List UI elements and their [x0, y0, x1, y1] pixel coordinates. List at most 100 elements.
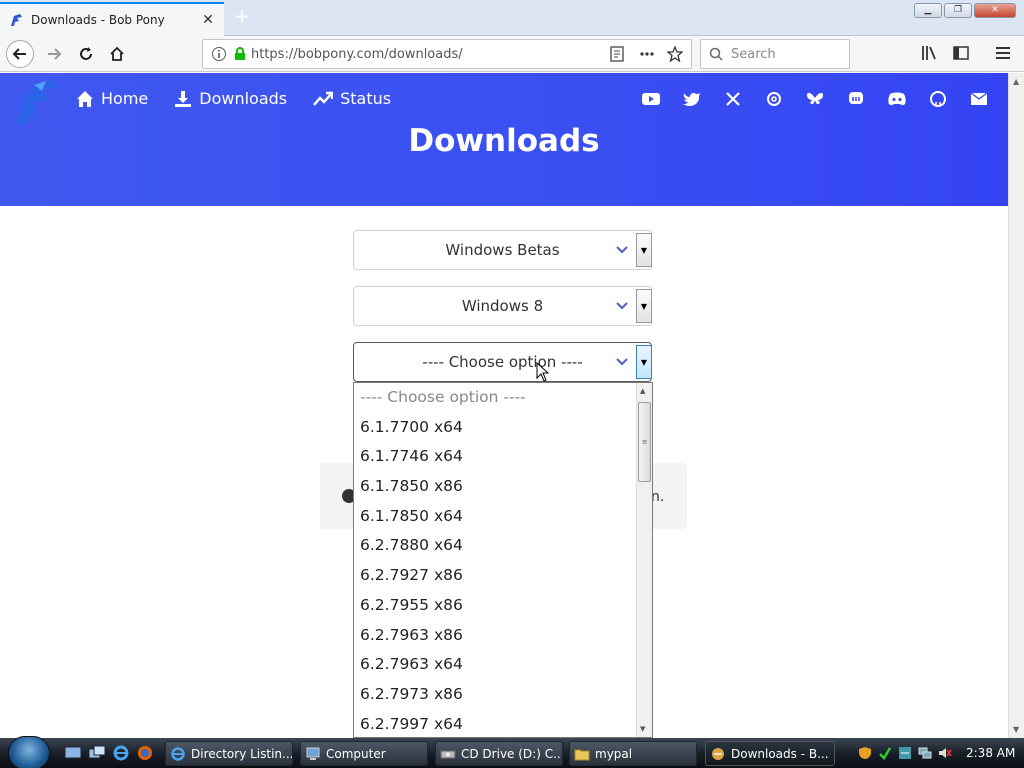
- scroll-up-icon[interactable]: ▲: [640, 387, 645, 395]
- nav-status-link[interactable]: Status: [313, 89, 391, 108]
- twitter-icon[interactable]: [682, 89, 702, 109]
- security-shield-icon[interactable]: [858, 746, 872, 760]
- scroll-down-icon[interactable]: ▼: [640, 725, 645, 733]
- library-icon[interactable]: [920, 44, 938, 62]
- bookmark-star-icon[interactable]: [667, 46, 683, 62]
- url-bar[interactable]: https://bobpony.com/downloads/: [202, 39, 692, 69]
- scroll-down-icon[interactable]: ▼: [1013, 725, 1019, 734]
- back-button[interactable]: [6, 40, 34, 68]
- dropdown-arrow-button[interactable]: ▼: [636, 233, 652, 267]
- page-title: Downloads: [408, 123, 600, 159]
- close-window-button[interactable]: ✕: [974, 3, 1016, 18]
- build-option[interactable]: 6.1.7850 x86: [354, 472, 652, 502]
- bobpony-logo[interactable]: [12, 77, 64, 129]
- forward-button[interactable]: [40, 40, 68, 68]
- build-option[interactable]: 6.2.7963 x64: [354, 650, 652, 680]
- version-select[interactable]: Windows 8 ▼: [353, 286, 652, 326]
- show-desktop-icon[interactable]: [64, 744, 82, 762]
- reload-icon: [80, 47, 92, 60]
- nav-downloads-link[interactable]: Downloads: [174, 89, 287, 108]
- minimize-button[interactable]: ▁: [914, 3, 942, 18]
- safely-remove-icon[interactable]: [878, 746, 892, 760]
- taskbar-clock[interactable]: 2:38 AM: [966, 746, 1015, 760]
- computer-icon: [306, 747, 320, 760]
- updates-icon[interactable]: [898, 746, 912, 760]
- scroll-up-icon[interactable]: ▲: [1013, 77, 1019, 86]
- page-scrollbar[interactable]: ▲ ▼: [1008, 73, 1024, 738]
- nav-home-link[interactable]: Home: [76, 89, 148, 108]
- new-tab-button[interactable]: +: [230, 5, 254, 29]
- mypal-browser-icon: [712, 747, 724, 760]
- taskbar-item-mypal-folder[interactable]: mypal: [569, 741, 697, 766]
- github-icon[interactable]: [928, 89, 948, 109]
- bobpony-favicon: [11, 14, 22, 26]
- build-option[interactable]: 6.2.7973 x86: [354, 680, 652, 710]
- search-bar[interactable]: Search: [700, 39, 850, 69]
- info-icon[interactable]: [211, 46, 227, 62]
- chevron-down-icon: [616, 302, 628, 310]
- build-option[interactable]: 6.2.7927 x86: [354, 561, 652, 591]
- reader-view-icon[interactable]: [609, 46, 625, 62]
- taskbar-item-label: Computer: [326, 746, 386, 761]
- restore-button[interactable]: ❐: [944, 3, 972, 18]
- home-icon: [77, 90, 93, 107]
- version-select-value: Windows 8: [461, 297, 544, 315]
- tab-title: Downloads - Bob Pony: [31, 13, 165, 27]
- taskbar-item-downloads-browser[interactable]: Downloads - B...: [705, 741, 835, 766]
- build-option[interactable]: 6.2.7997 x64: [354, 710, 652, 737]
- reload-button[interactable]: [72, 40, 100, 68]
- mastodon-icon[interactable]: [846, 89, 866, 109]
- network-icon[interactable]: [918, 746, 932, 760]
- build-select[interactable]: ---- Choose option ---- ▼: [353, 342, 652, 382]
- volume-muted-icon[interactable]: [938, 746, 952, 760]
- nav-home-label: Home: [101, 89, 149, 108]
- ie-icon[interactable]: [112, 744, 130, 762]
- build-options-list[interactable]: ---- Choose option ---- 6.1.7700 x64 6.1…: [353, 382, 653, 738]
- youtube-icon[interactable]: [641, 89, 661, 109]
- category-select-value: Windows Betas: [445, 241, 560, 259]
- lock-icon[interactable]: [233, 47, 247, 61]
- switch-windows-icon[interactable]: [88, 744, 106, 762]
- build-option[interactable]: 6.1.7700 x64: [354, 413, 652, 443]
- list-scrollbar[interactable]: ▲ ≡ ▼: [636, 383, 652, 737]
- browser-tab[interactable]: Downloads - Bob Pony ✕: [0, 2, 224, 36]
- hamburger-menu-icon[interactable]: [994, 44, 1012, 62]
- search-placeholder: Search: [731, 46, 776, 62]
- taskbar-item-directory-listing[interactable]: Directory Listin...: [165, 741, 293, 766]
- taskbar-item-computer[interactable]: Computer: [300, 741, 428, 766]
- browser-navbar: https://bobpony.com/downloads/ Search: [0, 36, 1024, 72]
- build-option[interactable]: 6.2.7963 x86: [354, 621, 652, 651]
- url-text[interactable]: https://bobpony.com/downloads/: [251, 47, 609, 62]
- taskbar-item-label: CD Drive (D:) C...: [461, 746, 563, 761]
- browser-titlebar: Downloads - Bob Pony ✕ + ▁ ❐ ✕: [0, 0, 1024, 36]
- start-button[interactable]: [8, 736, 50, 768]
- build-option[interactable]: 6.2.7880 x64: [354, 531, 652, 561]
- home-button[interactable]: [103, 40, 131, 68]
- dropdown-arrow-button[interactable]: ▼: [636, 345, 652, 379]
- sidebar-icon[interactable]: [952, 44, 970, 62]
- nav-downloads-label: Downloads: [199, 89, 288, 108]
- build-option[interactable]: 6.1.7850 x64: [354, 502, 652, 532]
- build-option[interactable]: 6.1.7746 x64: [354, 442, 652, 472]
- quick-launch: [64, 744, 154, 762]
- scroll-thumb[interactable]: ≡: [638, 402, 651, 482]
- email-icon[interactable]: [969, 89, 989, 109]
- category-select[interactable]: Windows Betas ▼: [353, 230, 652, 270]
- taskbar-item-cd-drive[interactable]: CD Drive (D:) C...: [435, 741, 563, 766]
- social-links: [641, 89, 989, 109]
- build-option[interactable]: 6.2.7955 x86: [354, 591, 652, 621]
- trending-up-icon: [313, 91, 334, 106]
- threads-icon[interactable]: [764, 89, 784, 109]
- taskbar-item-label: Downloads - B...: [731, 746, 829, 761]
- page-actions-icon[interactable]: [639, 46, 655, 62]
- build-option[interactable]: ---- Choose option ----: [354, 383, 652, 413]
- dropdown-arrow-button[interactable]: ▼: [636, 289, 652, 323]
- firefox-icon[interactable]: [136, 744, 154, 762]
- tab-close-icon[interactable]: ✕: [198, 12, 218, 28]
- build-select-value: ---- Choose option ----: [422, 353, 583, 371]
- discord-icon[interactable]: [887, 89, 907, 109]
- taskbar-item-label: mypal: [595, 746, 633, 761]
- x-icon[interactable]: [723, 89, 743, 109]
- bluesky-icon[interactable]: [805, 89, 825, 109]
- system-tray: 2:38 AM: [850, 738, 1024, 768]
